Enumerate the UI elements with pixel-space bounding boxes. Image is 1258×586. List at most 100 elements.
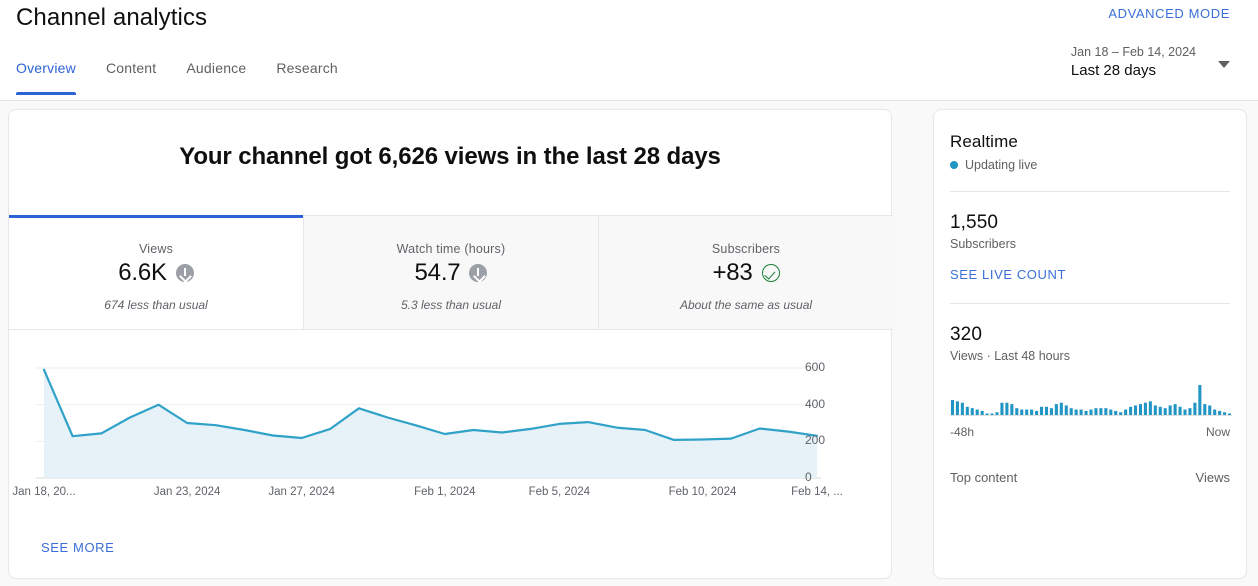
metric-label: Views <box>138 242 174 256</box>
tab-research[interactable]: Research <box>276 60 354 95</box>
sparkline-bar <box>1104 408 1108 415</box>
metric-value: 54.7 <box>414 259 461 286</box>
sparkline-bar <box>1035 410 1039 415</box>
sparkline-bar <box>1049 408 1053 415</box>
down-arrow-circle-icon <box>469 264 488 282</box>
views-line-chart-svg <box>36 367 821 479</box>
realtime-sparkline-svg <box>950 385 1232 416</box>
y-axis-tick: 200 <box>805 433 826 448</box>
top-content-table-header: Top content Views <box>950 470 1230 485</box>
sparkline-bar <box>1218 410 1222 415</box>
metric-card-subscribers[interactable]: Subscribers +83 About the same as usual <box>598 215 893 330</box>
metric-card-views[interactable]: Views 6.6K 674 less than usual <box>9 215 303 330</box>
sparkline-bar <box>1188 408 1192 415</box>
sparkline-bar <box>1015 408 1019 415</box>
sparkline-bar <box>1079 409 1083 415</box>
sparkline-bar <box>1094 408 1098 415</box>
sparkline-bar <box>1030 409 1034 415</box>
realtime-status-label: Updating live <box>965 158 1038 172</box>
divider <box>950 191 1230 192</box>
tab-overview[interactable]: Overview <box>16 60 92 95</box>
divider <box>950 303 1230 304</box>
sparkline-bar <box>1223 412 1227 415</box>
tab-bar: Overview Content Audience Research <box>16 60 368 95</box>
views-chart[interactable]: 600 400 200 0 Jan 18, 20... Jan 23, 2024 Jan … <box>9 360 893 530</box>
x-axis-tick: Jan 23, 2024 <box>153 486 221 498</box>
down-arrow-circle-icon <box>175 264 194 282</box>
x-axis-tick: Jan 18, 20... <box>12 486 76 498</box>
sparkline-bar <box>1109 409 1113 415</box>
x-axis-tick: Feb 14, ... <box>791 486 843 498</box>
date-range-preset: Last 28 days <box>1070 62 1156 79</box>
sparkline-bar <box>985 413 989 415</box>
sparkline-bar <box>1173 404 1177 415</box>
sparkline-bar <box>1168 405 1172 415</box>
body: Your channel got 6,626 views in the last… <box>0 101 1258 586</box>
sparkline-bar <box>1178 406 1182 415</box>
y-axis-tick: 0 <box>805 470 812 484</box>
sparkline-bar <box>1074 409 1078 415</box>
chart-x-axis: Jan 18, 20... Jan 23, 2024 Jan 27, 2024 Feb… <box>9 486 893 508</box>
live-dot-icon <box>950 161 958 169</box>
metric-note: 5.3 less than usual <box>400 298 502 312</box>
sparkline-bar <box>1203 404 1207 415</box>
metric-value: 6.6K <box>118 259 167 286</box>
metric-label: Subscribers <box>711 242 781 256</box>
sparkline-bar <box>965 406 969 415</box>
realtime-status: Updating live <box>950 158 1230 172</box>
sparkline-bar <box>995 412 999 415</box>
sparkline-bar <box>1084 410 1088 415</box>
metric-note: 674 less than usual <box>104 298 208 312</box>
sparkline-bar <box>950 400 955 415</box>
sparkline-bar <box>1044 406 1049 415</box>
sparkline-bar <box>1153 405 1157 415</box>
sparkline-bar <box>975 409 979 415</box>
sparkline-bar <box>1099 408 1103 415</box>
see-live-count-link[interactable]: SEE LIVE COUNT <box>950 267 1066 282</box>
sparkline-bar <box>1059 402 1063 415</box>
tab-content[interactable]: Content <box>106 60 172 95</box>
see-more-link[interactable]: SEE MORE <box>41 540 114 555</box>
metric-label: Watch time (hours) <box>396 242 506 256</box>
x-axis-tick: Feb 5, 2024 <box>528 486 591 498</box>
realtime-title: Realtime <box>950 132 1018 151</box>
page-headline: Your channel got 6,626 views in the last… <box>179 143 721 170</box>
sparkline-bar <box>1158 406 1162 415</box>
chart-y-axis: 600 400 200 0 <box>805 360 845 490</box>
sparkline-start-label: -48h <box>950 425 975 439</box>
sparkline-bar <box>1054 404 1058 415</box>
tab-audience[interactable]: Audience <box>186 60 262 95</box>
sparkline-bar <box>1010 404 1014 415</box>
sparkline-bar <box>955 401 959 415</box>
realtime-views-label: Views · Last 48 hours <box>950 349 1070 363</box>
y-axis-tick: 400 <box>805 396 826 411</box>
overview-card: Your channel got 6,626 views in the last… <box>8 109 893 579</box>
advanced-mode-link[interactable]: ADVANCED MODE <box>1108 6 1230 21</box>
realtime-subscribers-label: Subscribers <box>950 237 1016 251</box>
sparkline-bar <box>1020 409 1024 415</box>
sparkline-bar <box>1208 405 1212 415</box>
realtime-views-value: 320 <box>950 324 983 345</box>
metric-card-watch-time[interactable]: Watch time (hours) 54.7 5.3 less than us… <box>303 215 598 330</box>
sparkline-bar <box>1133 405 1138 415</box>
sparkline-bar <box>1129 406 1133 415</box>
analytics-page: Channel analytics ADVANCED MODE Jan 18 –… <box>0 0 1258 586</box>
x-axis-tick: Jan 27, 2024 <box>268 486 335 498</box>
column-header-content: Top content <box>950 470 1018 485</box>
sparkline-bar <box>1213 409 1217 415</box>
realtime-sparkline[interactable]: -48h Now <box>950 377 1232 439</box>
sparkline-bar <box>1069 408 1073 415</box>
sparkline-bar <box>1119 412 1123 415</box>
page-title: Channel analytics <box>16 4 208 31</box>
sparkline-bar <box>960 402 964 415</box>
sparkline-bar <box>1089 409 1093 415</box>
chevron-down-icon[interactable] <box>1218 61 1230 68</box>
x-axis-tick: Feb 1, 2024 <box>414 486 476 498</box>
sparkline-bar <box>1114 410 1118 415</box>
sparkline-bar <box>1198 385 1202 415</box>
sparkline-bar <box>970 408 974 415</box>
sparkline-bar <box>1124 409 1128 415</box>
date-range-selector[interactable]: Jan 18 – Feb 14, 2024 Last 28 days <box>1071 44 1230 81</box>
y-axis-tick: 600 <box>805 360 826 374</box>
sparkline-bar <box>1039 406 1044 415</box>
